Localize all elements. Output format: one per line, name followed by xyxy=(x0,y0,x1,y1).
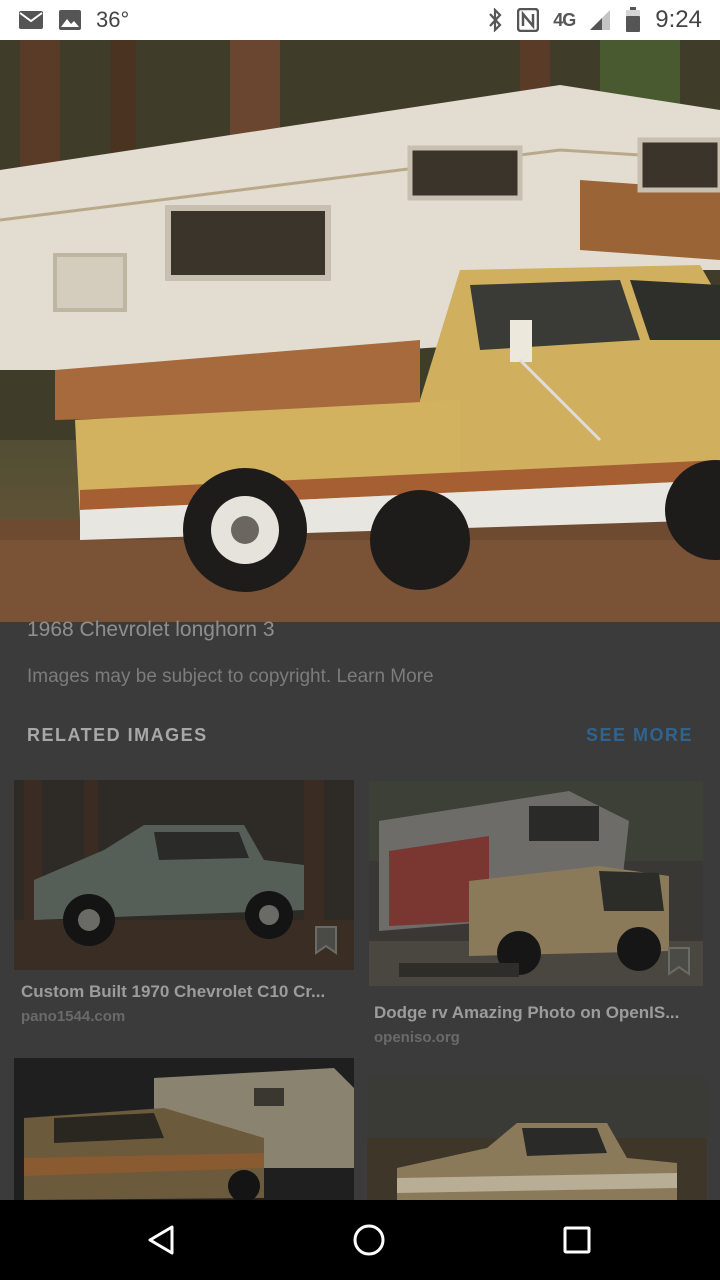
related-image-card[interactable] xyxy=(14,1058,354,1200)
related-image-card[interactable]: Custom Built 1970 Chevrolet C10 Cr... pa… xyxy=(14,780,354,1030)
recents-button[interactable] xyxy=(553,1216,601,1264)
bluetooth-icon xyxy=(487,8,503,32)
related-image-card[interactable] xyxy=(367,1078,707,1200)
navigation-bar xyxy=(0,1200,720,1280)
copyright-notice: Images may be subject to copyright. Lear… xyxy=(27,666,434,688)
related-image-thumbnail[interactable] xyxy=(14,780,354,970)
image-icon xyxy=(58,9,82,31)
nfc-icon xyxy=(517,8,540,32)
related-image-domain: pano1544.com xyxy=(21,1008,126,1025)
see-more-link[interactable]: SEE MORE xyxy=(586,725,693,746)
related-images-heading: RELATED IMAGES xyxy=(27,725,208,745)
home-button[interactable] xyxy=(345,1216,393,1264)
screen: 36° 4G 9:24 1968 Chevrolet longhorn 3 Im… xyxy=(0,0,720,1280)
related-image-domain: openiso.org xyxy=(374,1029,460,1046)
battery-icon xyxy=(625,7,641,33)
clock: 9:24 xyxy=(655,6,702,33)
related-image-thumbnail[interactable] xyxy=(367,1078,707,1200)
related-image-thumbnail[interactable] xyxy=(14,1058,354,1200)
related-image-card[interactable]: Dodge rv Amazing Photo on OpenIS... open… xyxy=(369,781,703,1051)
learn-more-link[interactable]: Learn More xyxy=(336,666,433,687)
status-bar: 36° 4G 9:24 xyxy=(0,0,720,40)
back-button[interactable] xyxy=(137,1216,185,1264)
home-icon xyxy=(352,1223,386,1257)
related-image-thumbnail[interactable] xyxy=(369,781,703,986)
recents-icon xyxy=(562,1225,592,1255)
image-details-panel: 1968 Chevrolet longhorn 3 Images may be … xyxy=(0,618,720,1200)
bookmark-icon[interactable] xyxy=(667,946,691,976)
signal-icon xyxy=(589,9,611,31)
copyright-text: Images may be subject to copyright. xyxy=(27,666,332,687)
related-image-caption[interactable]: Dodge rv Amazing Photo on OpenIS... xyxy=(374,1003,702,1023)
back-icon xyxy=(146,1224,176,1256)
main-image[interactable] xyxy=(0,40,720,622)
image-title: 1968 Chevrolet longhorn 3 xyxy=(27,618,275,641)
temperature: 36° xyxy=(96,7,130,32)
related-image-caption[interactable]: Custom Built 1970 Chevrolet C10 Cr... xyxy=(21,982,351,1002)
bookmark-icon[interactable] xyxy=(314,925,338,955)
network-type: 4G xyxy=(553,9,576,30)
mail-icon xyxy=(18,10,44,30)
